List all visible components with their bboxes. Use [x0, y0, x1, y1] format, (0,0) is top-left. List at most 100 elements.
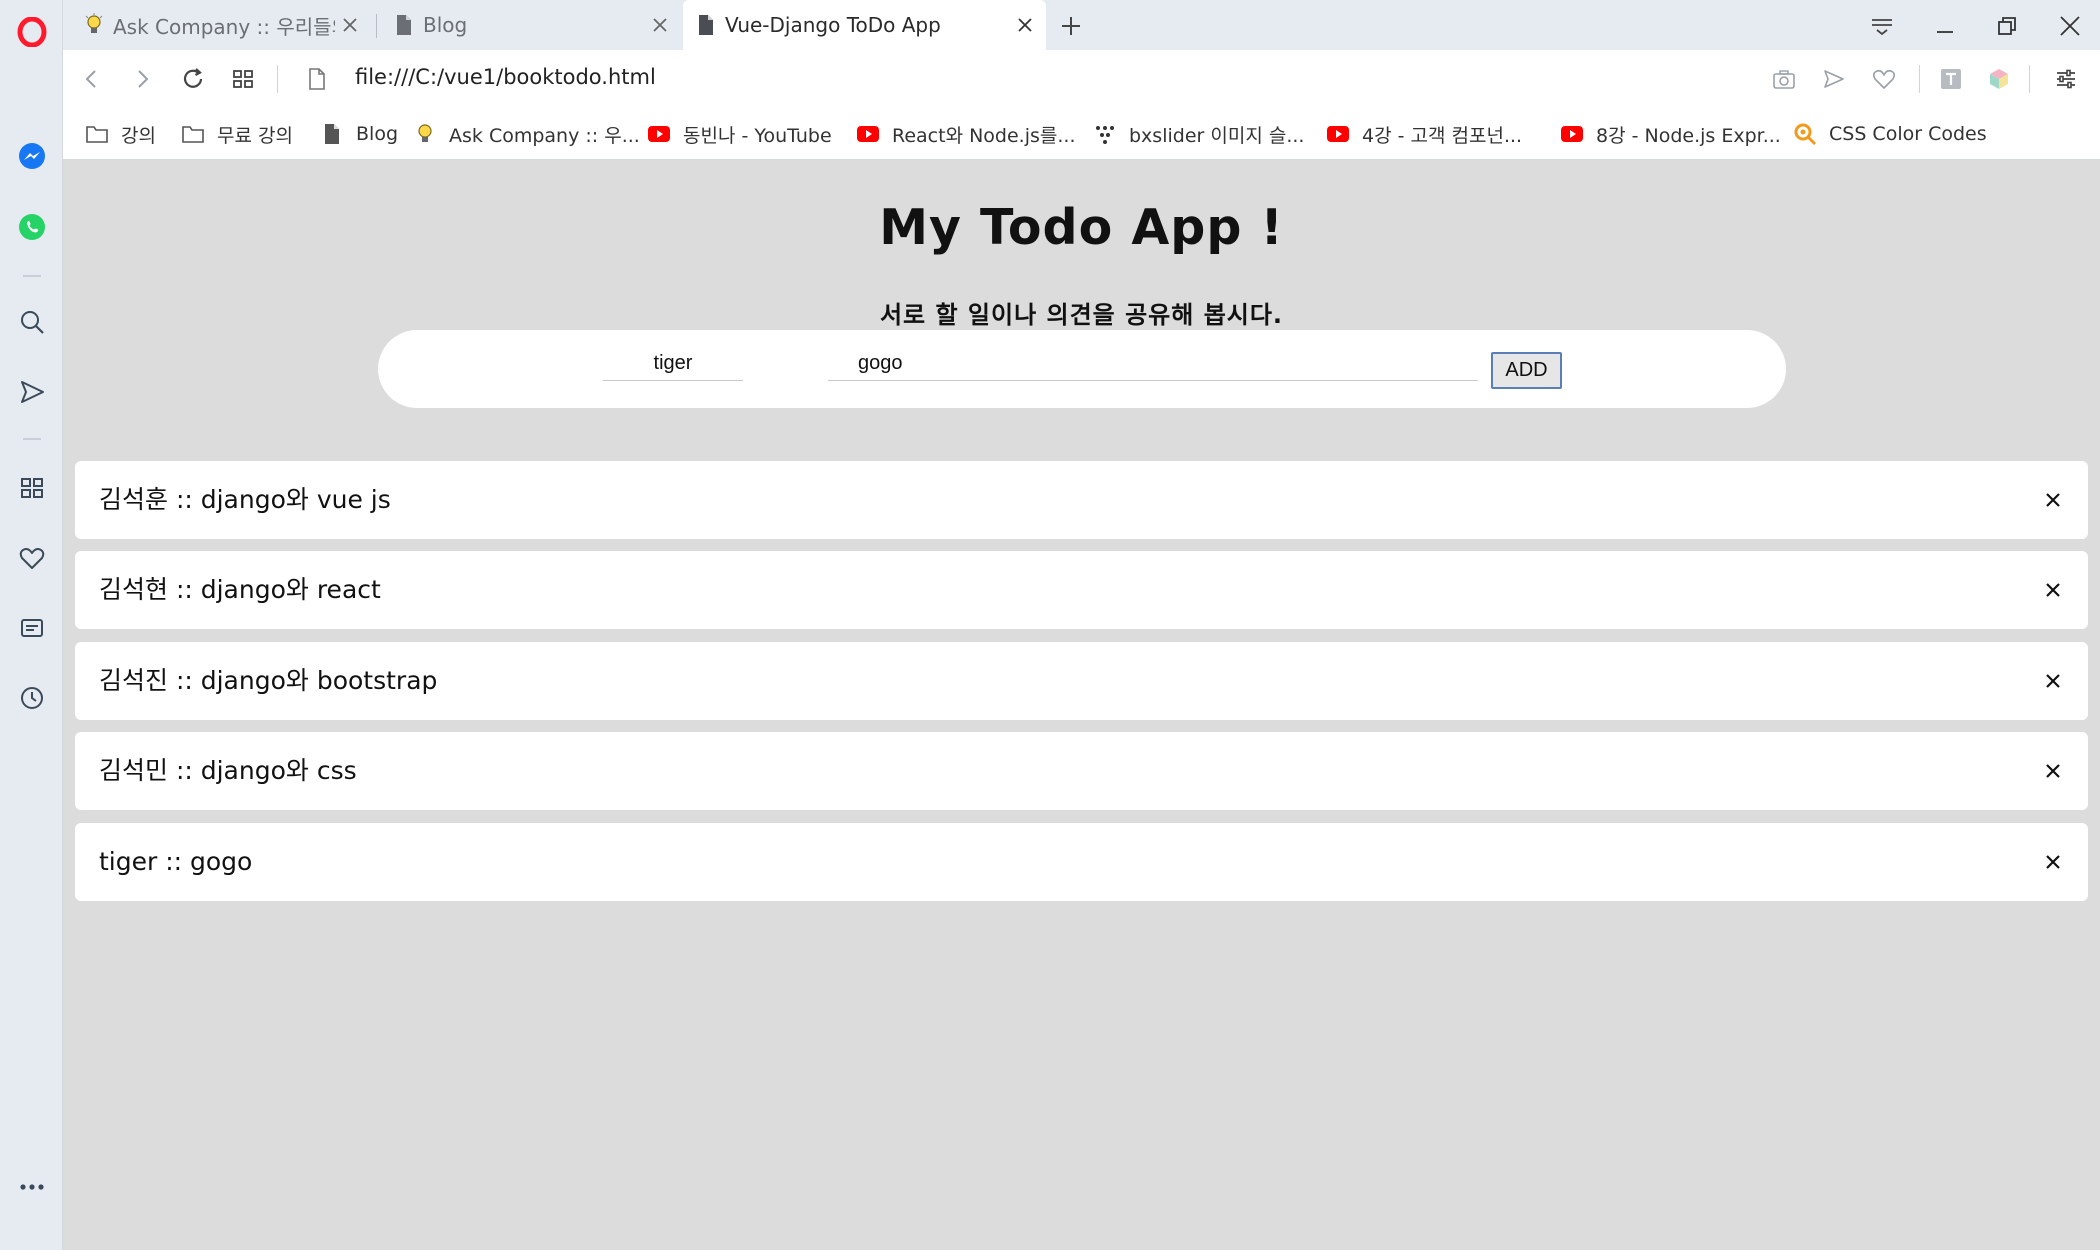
- delete-icon[interactable]: [2038, 666, 2068, 696]
- bookmark-folder-lectures[interactable]: 강의: [85, 118, 156, 150]
- todo-item-text: 김석진 :: django와 bootstrap: [99, 666, 438, 695]
- todo-item: tiger :: gogo: [75, 823, 2088, 901]
- tab-ask-company[interactable]: Ask Company :: 우리들의: [71, 0, 371, 50]
- sidebar-divider: [23, 438, 41, 440]
- tab-strip: Ask Company :: 우리들의 Blog Vue-Django ToDo…: [63, 0, 2100, 50]
- opera-sidebar: [0, 0, 63, 1250]
- bookmark-youtube-react-node[interactable]: React와 Node.js를...: [856, 118, 1076, 150]
- url-field[interactable]: file:///C:/vue1/booktodo.html: [355, 65, 656, 89]
- bookmark-label: 강의: [121, 124, 156, 147]
- minimize-button[interactable]: [1923, 6, 1967, 46]
- reload-button[interactable]: [173, 59, 213, 99]
- bookmark-youtube-dongbinna[interactable]: 동빈나 - YouTube: [647, 118, 832, 150]
- tab-blog[interactable]: Blog: [381, 0, 681, 50]
- tab-menu-icon[interactable]: [1860, 6, 1904, 46]
- bookmark-blog[interactable]: Blog: [320, 118, 398, 150]
- bookmark-folder-free-lectures[interactable]: 무료 강의: [181, 118, 293, 150]
- document-icon: [393, 13, 415, 37]
- youtube-icon: [1326, 122, 1350, 146]
- toolbar-divider: [1919, 65, 1920, 93]
- translate-extension-icon[interactable]: [1933, 61, 1969, 97]
- todo-item: 김석훈 :: django와 vue js: [75, 461, 2088, 539]
- settings-sliders-icon[interactable]: [2048, 61, 2084, 97]
- bookmark-label: React와 Node.js를...: [892, 124, 1076, 147]
- bookmark-label: Blog: [356, 123, 398, 145]
- toolbar-divider: [2029, 65, 2030, 93]
- todo-item-text: 김석민 :: django와 css: [99, 756, 357, 785]
- todo-page: My Todo App ! 서로 할 일이나 의견을 공유해 봅시다. ADD …: [63, 161, 2100, 1250]
- search-icon[interactable]: [0, 300, 63, 344]
- heart-icon[interactable]: [1866, 61, 1902, 97]
- delete-icon[interactable]: [2038, 575, 2068, 605]
- close-icon[interactable]: [645, 10, 675, 40]
- name-input[interactable]: [603, 347, 743, 381]
- delete-icon[interactable]: [2038, 756, 2068, 786]
- bookmark-bxslider[interactable]: bxslider 이미지 슬...: [1093, 118, 1304, 150]
- todo-item-text: 김석현 :: django와 react: [99, 575, 381, 604]
- bookmark-label: CSS Color Codes: [1829, 123, 1987, 145]
- tab-vue-django-todo[interactable]: Vue-Django ToDo App: [683, 0, 1046, 50]
- bookmark-label: 무료 강의: [217, 124, 293, 147]
- todo-text-input[interactable]: [828, 347, 1478, 381]
- bookmark-label: Ask Company :: 우...: [449, 124, 640, 147]
- speed-dial-icon[interactable]: [0, 466, 63, 510]
- bookmark-youtube-lesson4[interactable]: 4강 - 고객 컴포넌...: [1326, 118, 1522, 150]
- forward-button[interactable]: [122, 59, 162, 99]
- tab-title: Ask Company :: 우리들의: [113, 14, 335, 39]
- history-icon[interactable]: [0, 676, 63, 720]
- page-title: My Todo App !: [879, 199, 1284, 256]
- tab-title: Blog: [423, 13, 468, 37]
- document-icon: [695, 13, 717, 37]
- heart-icon[interactable]: [0, 536, 63, 580]
- todo-item: 김석진 :: django와 bootstrap: [75, 642, 2088, 720]
- close-window-button[interactable]: [2048, 6, 2092, 46]
- close-icon[interactable]: [335, 10, 365, 40]
- cube-extension-icon[interactable]: [1981, 61, 2017, 97]
- more-icon[interactable]: [0, 1165, 63, 1209]
- delete-icon[interactable]: [2038, 847, 2068, 877]
- new-tab-button[interactable]: [1053, 8, 1089, 44]
- todo-item: 김석현 :: django와 react: [75, 551, 2088, 629]
- tab-divider: [376, 14, 377, 38]
- bookmark-label: bxslider 이미지 슬...: [1129, 124, 1305, 147]
- camera-icon[interactable]: [1766, 61, 1802, 97]
- youtube-icon: [856, 122, 880, 146]
- bookmark-label: 4강 - 고객 컴포넌...: [1362, 124, 1523, 147]
- todo-item-text: 김석훈 :: django와 vue js: [99, 485, 391, 514]
- tab-title: Vue-Django ToDo App: [725, 13, 941, 37]
- news-icon[interactable]: [0, 606, 63, 650]
- sidebar-divider: [23, 275, 41, 277]
- bookmark-youtube-lesson8[interactable]: 8강 - Node.js Expr...: [1560, 118, 1781, 150]
- bookmark-label: 8강 - Node.js Expr...: [1596, 124, 1781, 147]
- lightbulb-icon: [413, 122, 437, 146]
- browser-window: Ask Company :: 우리들의 Blog Vue-Django ToDo…: [0, 0, 2100, 1250]
- folder-icon: [85, 122, 109, 146]
- restore-button[interactable]: [1985, 6, 2029, 46]
- messenger-icon[interactable]: [0, 135, 63, 179]
- tabs-grid-icon[interactable]: [223, 59, 263, 99]
- youtube-icon: [1560, 122, 1584, 146]
- close-icon[interactable]: [1010, 10, 1040, 40]
- page-subtitle: 서로 할 일이나 의견을 공유해 봅시다.: [879, 301, 1284, 329]
- bookmark-label: 동빈나 - YouTube: [683, 124, 832, 147]
- send-icon[interactable]: [0, 370, 63, 414]
- toolbar-divider: [277, 65, 278, 93]
- folder-icon: [181, 122, 205, 146]
- bookmark-css-color-codes[interactable]: CSS Color Codes: [1793, 118, 1987, 150]
- dots-icon: [1093, 122, 1117, 146]
- send-icon[interactable]: [1816, 61, 1852, 97]
- opera-logo-icon[interactable]: [0, 10, 63, 54]
- document-icon: [320, 122, 344, 146]
- lightbulb-icon: [83, 13, 105, 37]
- address-bar: file:///C:/vue1/booktodo.html: [63, 50, 2100, 108]
- search-orange-icon: [1793, 122, 1817, 146]
- whatsapp-icon[interactable]: [0, 205, 63, 249]
- delete-icon[interactable]: [2038, 485, 2068, 515]
- add-button[interactable]: ADD: [1491, 352, 1562, 389]
- back-button[interactable]: [72, 59, 112, 99]
- bookmarks-bar: 강의 무료 강의 Blog Ask Company :: 우... 동빈나 - …: [63, 108, 2100, 160]
- todo-item: 김석민 :: django와 css: [75, 732, 2088, 810]
- bookmark-ask-company[interactable]: Ask Company :: 우...: [413, 118, 640, 150]
- page-info-icon[interactable]: [297, 59, 337, 99]
- todo-item-text: tiger :: gogo: [99, 847, 253, 876]
